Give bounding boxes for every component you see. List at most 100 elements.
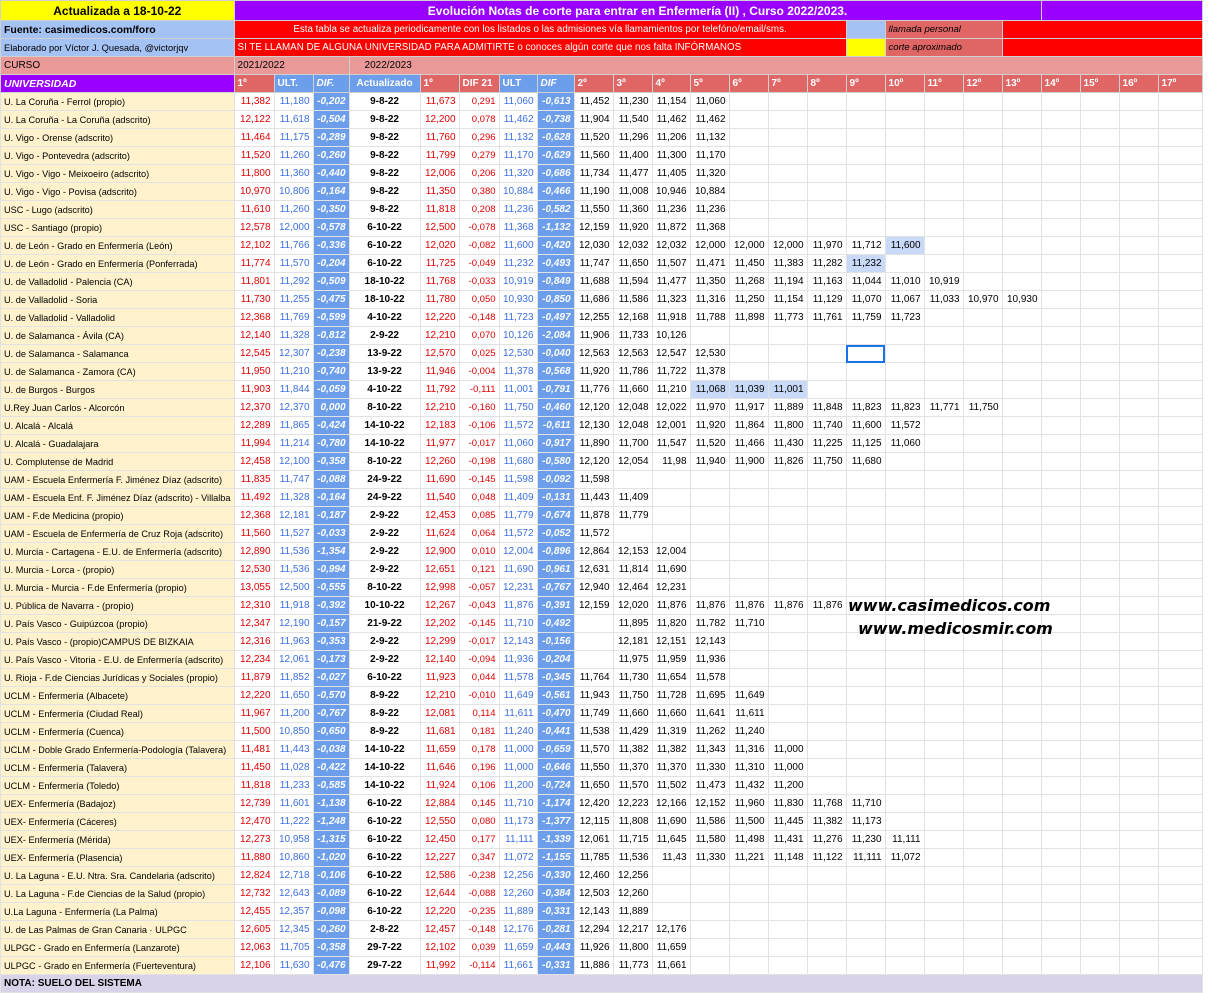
prev-dif[interactable]: -0,350 [312, 200, 350, 219]
curr-dif[interactable]: -0,767 [536, 578, 575, 597]
updated-cell[interactable]: 9-8-22 [348, 110, 421, 129]
call-cell[interactable]: 12,000 [689, 236, 730, 255]
call-cell[interactable] [1079, 776, 1120, 795]
call-cell[interactable]: 11,310 [728, 758, 769, 777]
call-cell[interactable]: 11,316 [728, 740, 769, 759]
call-cell[interactable] [1001, 182, 1042, 201]
prev-dif[interactable]: -0,599 [312, 308, 350, 327]
call-cell[interactable] [962, 776, 1003, 795]
prev-dif[interactable]: -0,187 [312, 506, 350, 525]
call-cell[interactable] [1079, 686, 1120, 705]
call-cell[interactable] [1040, 794, 1081, 813]
call-cell[interactable]: 11,296 [612, 128, 653, 147]
call-cell[interactable] [767, 884, 808, 903]
call-cell[interactable]: 11,808 [612, 812, 653, 831]
prev-dif[interactable]: -0,353 [312, 632, 350, 651]
call-cell[interactable] [962, 380, 1003, 399]
call-cell[interactable]: 12,020 [612, 596, 653, 615]
call-cell[interactable] [1118, 488, 1159, 507]
call-cell[interactable]: 12,256 [612, 866, 653, 885]
call-cell[interactable] [1040, 254, 1081, 273]
call-cell[interactable] [1079, 200, 1120, 219]
call-cell[interactable] [728, 92, 769, 111]
curr-last[interactable]: 12,176 [498, 920, 538, 939]
call-cell[interactable] [1001, 650, 1042, 669]
university-name[interactable]: USC - Lugo (adscrito) [0, 200, 235, 219]
call-cell[interactable] [1118, 560, 1159, 579]
call-cell[interactable]: 11,600 [884, 236, 925, 255]
curr-first[interactable]: 11,780 [419, 290, 460, 309]
call-cell[interactable]: 11,749 [573, 704, 614, 723]
call-cell[interactable] [1040, 290, 1081, 309]
call-cell[interactable] [923, 866, 964, 885]
call-cell[interactable] [1118, 182, 1159, 201]
curr-first[interactable]: 11,924 [419, 776, 460, 795]
call-cell[interactable] [1040, 452, 1081, 471]
call-cell[interactable]: 11,001 [767, 380, 808, 399]
call-cell[interactable] [1040, 164, 1081, 183]
call-cell[interactable] [845, 380, 886, 399]
call-cell[interactable] [1001, 236, 1042, 255]
curr-last[interactable]: 12,004 [498, 542, 538, 561]
call-cell[interactable] [845, 164, 886, 183]
updated-cell[interactable]: 29-7-22 [348, 938, 421, 957]
prev-dif[interactable]: -0,336 [312, 236, 350, 255]
prev-last[interactable]: 11,233 [273, 776, 314, 795]
call-cell[interactable]: 10,126 [651, 326, 691, 345]
curr-last[interactable]: 11,072 [498, 848, 538, 867]
call-cell[interactable]: 11,876 [806, 596, 847, 615]
call-cell[interactable] [1079, 578, 1120, 597]
call-cell[interactable]: 12,120 [573, 452, 614, 471]
curr-last[interactable]: 10,884 [498, 182, 538, 201]
call-cell[interactable]: 12,231 [651, 578, 691, 597]
call-cell[interactable] [806, 686, 847, 705]
prev-dif[interactable]: -0,440 [312, 164, 350, 183]
call-cell[interactable]: 11,690 [651, 560, 691, 579]
prev-first[interactable]: 11,450 [233, 758, 275, 777]
call-cell[interactable]: 11,225 [806, 434, 847, 453]
prev-last[interactable]: 11,292 [273, 272, 314, 291]
call-cell[interactable]: 12,159 [573, 218, 614, 237]
call-cell[interactable] [1157, 128, 1203, 147]
call-cell[interactable]: 12,503 [573, 884, 614, 903]
call-cell[interactable]: 11,445 [767, 812, 808, 831]
call-cell[interactable]: 11,959 [651, 650, 691, 669]
call-cell[interactable] [767, 92, 808, 111]
call-cell[interactable] [1040, 236, 1081, 255]
updated-cell[interactable]: 6-10-22 [348, 794, 421, 813]
prev-last[interactable]: 11,328 [273, 488, 314, 507]
prev-last[interactable]: 11,443 [273, 740, 314, 759]
call-cell[interactable] [962, 758, 1003, 777]
prev-first[interactable]: 12,122 [233, 110, 275, 129]
call-cell[interactable] [767, 542, 808, 561]
call-cell[interactable] [923, 416, 964, 435]
curr-last[interactable]: 11,060 [498, 92, 538, 111]
call-cell[interactable]: 11,477 [651, 272, 691, 291]
call-cell[interactable] [1040, 956, 1081, 975]
call-cell[interactable]: 11,917 [728, 398, 769, 417]
call-cell[interactable] [1157, 416, 1203, 435]
dif21-cell[interactable]: 0,044 [458, 668, 500, 687]
curr-last[interactable]: 11,320 [498, 164, 538, 183]
prev-last[interactable]: 11,260 [273, 200, 314, 219]
prev-first[interactable]: 11,500 [233, 722, 275, 741]
prev-first[interactable]: 12,739 [233, 794, 275, 813]
call-cell[interactable] [1079, 794, 1120, 813]
call-cell[interactable]: 12,120 [573, 398, 614, 417]
updated-cell[interactable]: 21-9-22 [348, 614, 421, 633]
call-cell[interactable] [728, 488, 769, 507]
prev-dif[interactable]: -0,173 [312, 650, 350, 669]
prev-first[interactable]: 11,610 [233, 200, 275, 219]
call-cell[interactable] [806, 344, 847, 363]
call-cell[interactable] [1001, 272, 1042, 291]
prev-dif[interactable]: -0,027 [312, 668, 350, 687]
call-cell[interactable] [767, 722, 808, 741]
call-cell[interactable]: 11,876 [767, 596, 808, 615]
call-cell[interactable]: 11,710 [845, 794, 886, 813]
university-name[interactable]: UEX- Enfermería (Mérida) [0, 830, 235, 849]
call-cell[interactable] [689, 938, 730, 957]
call-cell[interactable]: 11,450 [728, 254, 769, 273]
curr-dif[interactable]: -0,460 [536, 398, 575, 417]
curr-last[interactable]: 12,231 [498, 578, 538, 597]
dif21-cell[interactable]: 0,114 [458, 704, 500, 723]
